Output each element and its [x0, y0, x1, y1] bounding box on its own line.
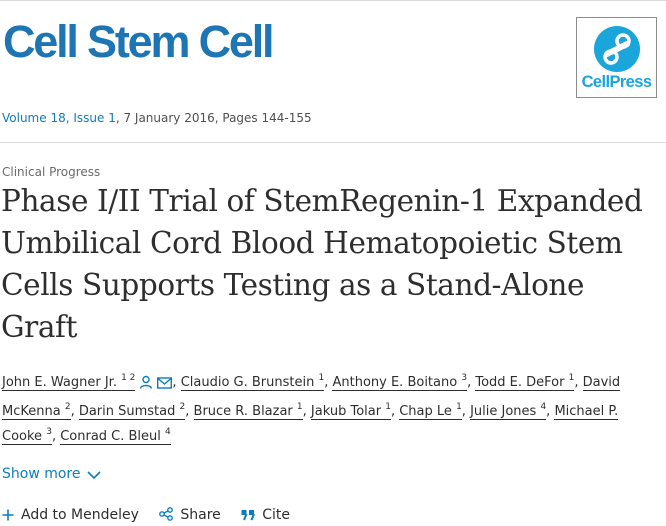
article-type: Clinical Progress: [2, 165, 101, 179]
issue-link[interactable]: Volume 18, Issue 1: [2, 111, 116, 125]
top-border: [0, 0, 666, 1]
article-actions: Add to Mendeley Share Cite: [2, 507, 306, 523]
journal-title[interactable]: Cell Stem Cell: [3, 14, 275, 70]
show-more-label: Show more: [2, 466, 81, 482]
cite-label: Cite: [262, 507, 291, 523]
share-button[interactable]: Share: [159, 507, 221, 523]
author-link[interactable]: Jakub Tolar 1: [310, 402, 391, 420]
add-to-mendeley-button[interactable]: Add to Mendeley: [2, 507, 139, 523]
header-divider: [0, 142, 666, 143]
author-link[interactable]: Todd E. DeFor 1: [475, 374, 575, 391]
cellpress-emblem-icon: [594, 26, 640, 72]
author-link[interactable]: Claudio G. Brunstein 1: [180, 374, 325, 391]
share-label: Share: [180, 507, 221, 523]
author-link[interactable]: John E. Wagner Jr. 1 2: [2, 373, 136, 391]
person-icon[interactable]: [139, 373, 153, 399]
author-link[interactable]: Chap Le 1: [399, 402, 462, 420]
quote-icon: [241, 510, 256, 521]
show-more-button[interactable]: Show more: [2, 466, 101, 482]
cite-button[interactable]: Cite: [241, 507, 290, 523]
author-link[interactable]: Darin Sumstad 2: [78, 402, 186, 420]
author-list: John E. Wagner Jr. 1 2, Claudio G. Bruns…: [2, 373, 621, 445]
author-link[interactable]: Conrad C. Bleul 4: [60, 428, 171, 445]
issue-info: Volume 18, Issue 1, 7 January 2016, Page…: [2, 111, 312, 125]
envelope-icon[interactable]: [157, 373, 173, 399]
issue-date-pages: , 7 January 2016, Pages 144-155: [115, 111, 312, 125]
author-link[interactable]: Bruce R. Blazar 1: [193, 402, 303, 420]
author-link[interactable]: Anthony E. Boitano 3: [332, 374, 468, 391]
plus-icon: [2, 509, 14, 521]
author-affiliation: 1 2: [121, 373, 136, 383]
mendeley-label: Add to Mendeley: [21, 507, 139, 523]
author-link[interactable]: Julie Jones 4: [470, 402, 547, 420]
share-icon: [159, 507, 174, 521]
cellpress-wordmark: CellPress: [581, 73, 652, 91]
article-title: Phase I/II Trial of StemRegenin-1 Expand…: [1, 184, 643, 344]
cellpress-logo[interactable]: CellPress: [576, 17, 657, 98]
chevron-down-icon: [86, 471, 101, 480]
